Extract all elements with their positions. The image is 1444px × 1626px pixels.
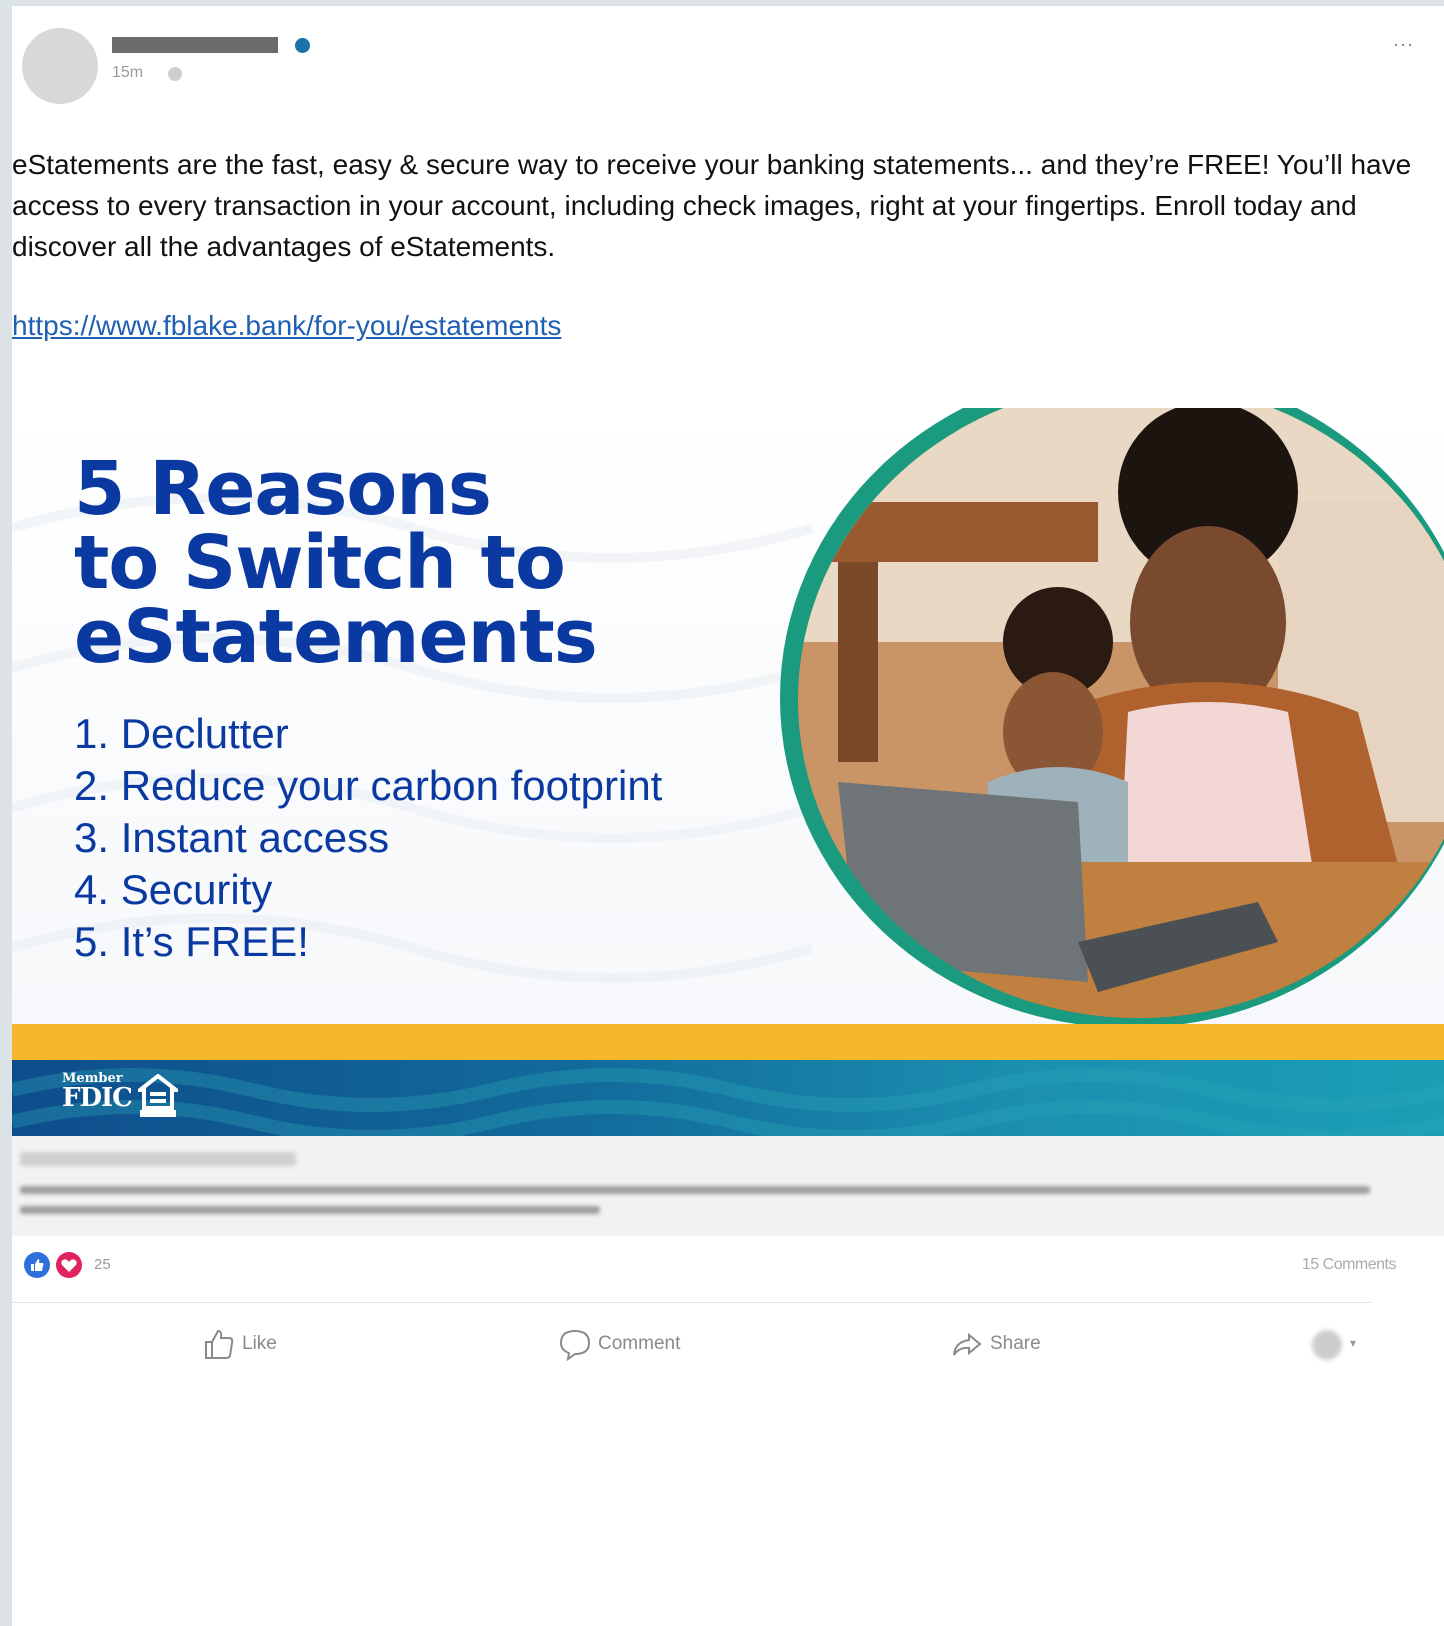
blue-wave-band (12, 1060, 1444, 1136)
like-label: Like (242, 1333, 277, 1354)
divider (12, 1302, 1372, 1303)
ad-headline: 5 Reasons to Switch to eStatements (74, 446, 598, 680)
share-button[interactable]: Share (950, 1324, 1041, 1364)
redacted-page-name[interactable] (112, 37, 278, 53)
comment-bubble-icon (559, 1329, 591, 1361)
avatar[interactable] (22, 28, 98, 104)
preview-domain-redacted (20, 1152, 296, 1166)
like-button[interactable]: Like (202, 1324, 277, 1364)
more-options-icon[interactable]: ··· (1393, 34, 1414, 55)
chevron-down-icon[interactable]: ▾ (1350, 1336, 1356, 1350)
share-arrow-icon (953, 1332, 982, 1356)
comment-count-link[interactable]: 15 Comments (1302, 1256, 1397, 1274)
preview-title-redacted (20, 1186, 1370, 1194)
reaction-count: 25 (94, 1256, 111, 1273)
post-body-text: eStatements are the fast, easy & secure … (12, 149, 1412, 262)
reason-item: 2. Reduce your carbon footprint (74, 762, 663, 809)
fdic-logo: Member FDIC (62, 1072, 133, 1113)
thumbs-up-icon (205, 1329, 234, 1359)
ad-headline-line: to Switch to (74, 520, 566, 606)
post-link[interactable]: https://www.fblake.bank/for-you/estateme… (12, 310, 561, 342)
comment-button[interactable]: Comment (558, 1324, 680, 1364)
reaction-profile-avatar[interactable] (1312, 1330, 1342, 1360)
love-reaction-icon (56, 1252, 82, 1278)
reason-item: 1. Declutter (74, 710, 289, 757)
share-label: Share (990, 1333, 1041, 1354)
preview-desc-redacted (20, 1206, 600, 1214)
equal-housing-lender-icon (134, 1073, 182, 1123)
post-timestamp[interactable]: 15m (112, 64, 143, 82)
reason-item: 3. Instant access (74, 814, 390, 861)
audience-globe-icon (168, 67, 182, 81)
reason-item: 5. It’s FREE! (74, 918, 309, 965)
fdic-name: FDIC (62, 1083, 133, 1113)
ad-headline-line: 5 Reasons (74, 446, 492, 532)
facebook-post: 15m ··· eStatements are the fast, easy &… (12, 6, 1444, 1626)
reason-item: 4. Security (74, 866, 273, 913)
like-reaction-icon (24, 1252, 50, 1278)
yellow-stripe (12, 1024, 1444, 1060)
ad-image[interactable]: 5 Reasons to Switch to eStatements 1. De… (12, 408, 1444, 1136)
comment-label: Comment (598, 1333, 681, 1354)
reasons-list: 1. Declutter 2. Reduce your carbon footp… (74, 708, 662, 968)
link-preview[interactable] (12, 1136, 1444, 1236)
ad-headline-line: eStatements (74, 594, 598, 680)
verified-badge-icon (295, 38, 310, 53)
